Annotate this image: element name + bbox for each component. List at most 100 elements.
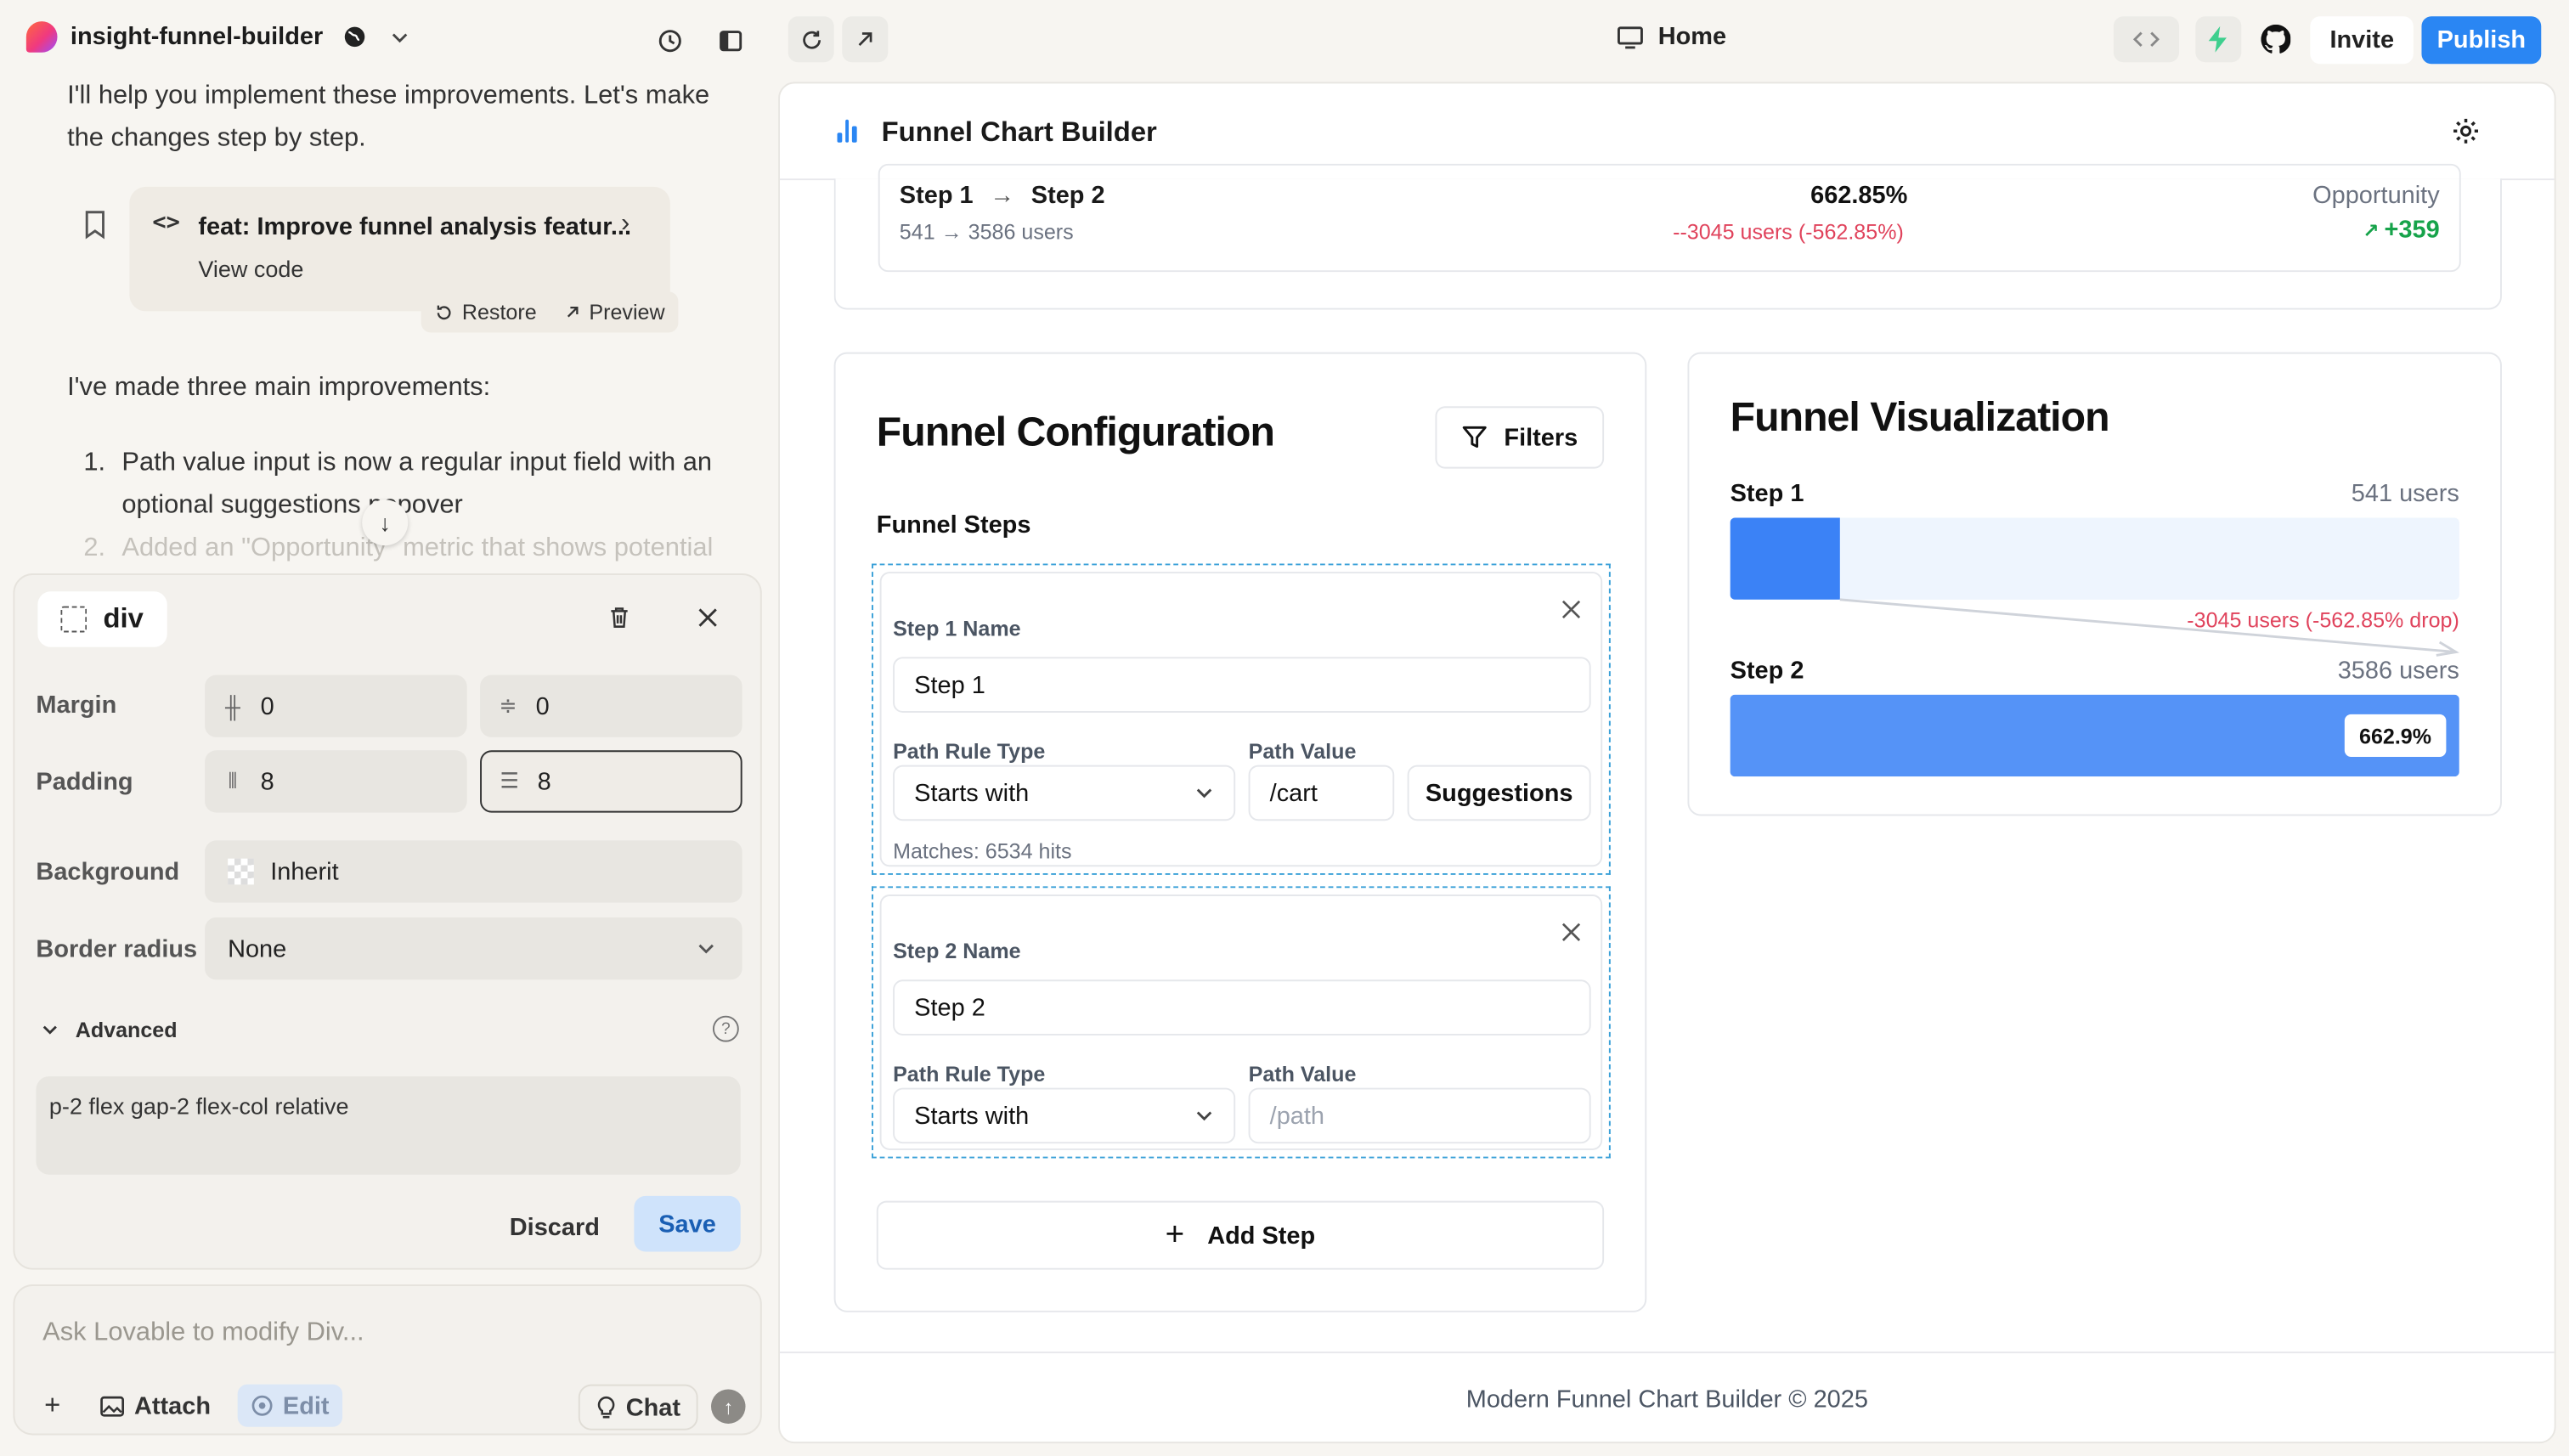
path-rule-value: Starts with [914, 1101, 1030, 1130]
section-title: Funnel Configuration [876, 409, 1275, 456]
viz-step-users: 541 users [2351, 480, 2459, 508]
conversion-title: Step 1 → Step 2 [900, 182, 1105, 210]
margin-y-value: 0 [535, 691, 550, 720]
background-picker[interactable]: Inherit [205, 840, 742, 903]
restore-label: Restore [461, 299, 537, 324]
close-icon[interactable] [697, 607, 720, 629]
globe-icon [345, 26, 365, 48]
funnel-visualization-card: Funnel Visualization Step 1 541 users -3… [1687, 352, 2502, 816]
border-radius-label: Border radius [36, 935, 198, 964]
project-switcher[interactable]: insight-funnel-builder [25, 21, 410, 53]
improvements-list: 1. Path value input is now a regular inp… [83, 443, 738, 570]
conversion-badge: 662.9% [2344, 714, 2447, 758]
prompt-input[interactable]: Ask Lovable to modify Div... [42, 1319, 364, 1349]
list-item: 2. Added an "Opportunity" metric that sh… [83, 528, 738, 570]
viz-step-users: 3586 users [2337, 657, 2459, 686]
margin-horizontal-icon: ╫ [224, 693, 240, 719]
prompt-box: Ask Lovable to modify Div... + Attach Ed… [13, 1284, 762, 1436]
bookmark-icon[interactable] [82, 210, 108, 240]
step-card: Step 1 Name Step 1 Path Rule Type Starts… [879, 572, 1603, 867]
path-value-label: Path Value [1248, 1061, 1357, 1086]
app-footer: Modern Funnel Chart Builder © 2025 [780, 1352, 2555, 1442]
tab-home[interactable]: Home [1618, 23, 1726, 51]
gear-icon[interactable] [2451, 116, 2481, 146]
github-icon[interactable] [2253, 16, 2299, 62]
remove-step-icon[interactable] [1561, 923, 1581, 942]
remove-step-icon[interactable] [1561, 600, 1581, 619]
margin-x-value: 0 [260, 691, 274, 720]
code-view-icon[interactable] [2113, 16, 2180, 63]
trending-up-icon: ↗ [2363, 219, 2380, 243]
path-rule-select[interactable]: Starts with [893, 765, 1236, 821]
chevron-down-icon [42, 1025, 57, 1035]
app-preview: Funnel Chart Builder Step 1 → Step 2 541… [778, 82, 2556, 1444]
background-value: Inherit [270, 857, 339, 886]
chevron-down-icon [1196, 1111, 1212, 1121]
invite-button[interactable]: Invite [2310, 16, 2414, 65]
plus-icon: + [1165, 1216, 1185, 1253]
chat-mode-button[interactable]: Chat [578, 1384, 699, 1431]
style-editor-panel: div Margin ╫ 0 ≑ 0 Padding ⦀ 8 ☰ 8 Backg… [13, 573, 762, 1270]
step-card-selected[interactable]: Step 2 Name Step 2 Path Rule Type Starts… [872, 886, 1611, 1159]
funnel-bar [1730, 517, 1840, 600]
sidebar-toggle-icon[interactable] [708, 18, 754, 64]
path-rule-label: Path Rule Type [893, 738, 1046, 764]
edit-mode-button[interactable]: Edit [236, 1384, 342, 1427]
step-name-input[interactable]: Step 1 [893, 657, 1591, 713]
chat-history[interactable]: I'll help you implement these improvemen… [0, 72, 776, 573]
filters-button[interactable]: Filters [1435, 406, 1605, 469]
history-icon[interactable] [647, 18, 693, 64]
funnel-bar-track [1730, 517, 2459, 600]
selected-element-chip: div [37, 591, 167, 647]
help-icon[interactable]: ? [712, 1015, 739, 1042]
save-button[interactable]: Save [634, 1195, 741, 1252]
chat-label: Chat [625, 1393, 681, 1422]
trash-icon[interactable] [607, 605, 633, 631]
path-value-input[interactable]: /cart [1248, 765, 1395, 821]
margin-y-input[interactable]: ≑ 0 [480, 674, 742, 737]
filter-icon [1462, 426, 1487, 448]
background-label: Background [36, 858, 180, 887]
path-rule-select[interactable]: Starts with [893, 1087, 1236, 1144]
padding-y-input[interactable]: ☰ 8 [480, 750, 742, 813]
advanced-toggle[interactable]: Advanced [41, 1018, 178, 1042]
conversion-to: Step 2 [1030, 182, 1105, 210]
viz-step-label: Step 1 [1730, 480, 1804, 508]
padding-x-input[interactable]: ⦀ 8 [205, 750, 467, 813]
opportunity-value: ↗ +359 [2363, 217, 2439, 245]
step-name-input[interactable]: Step 2 [893, 979, 1591, 1036]
preview-button[interactable]: Preview [550, 291, 678, 332]
margin-x-input[interactable]: ╫ 0 [205, 674, 467, 737]
path-value-label: Path Value [1248, 738, 1357, 764]
border-radius-value: None [228, 934, 287, 963]
supabase-bolt-icon[interactable] [2195, 16, 2242, 63]
prompt-toolbar: + Attach Edit [31, 1384, 342, 1427]
path-rule-value: Starts with [914, 779, 1030, 807]
list-number: 1. [83, 449, 106, 477]
border-radius-select[interactable]: None [205, 917, 742, 980]
opportunity-number: +359 [2384, 216, 2440, 245]
step-card-selected[interactable]: Step 1 Name Step 1 Path Rule Type Starts… [872, 563, 1611, 875]
step-name-label: Step 2 Name [893, 939, 1021, 964]
open-external-icon[interactable] [842, 16, 889, 63]
element-select-icon [60, 606, 88, 633]
list-item: 1. Path value input is now a regular inp… [83, 443, 738, 528]
edit-label: Edit [282, 1391, 330, 1420]
discard-button[interactable]: Discard [500, 1199, 609, 1256]
add-button[interactable]: + [31, 1385, 74, 1427]
class-names-textarea[interactable]: p-2 flex gap-2 flex-col relative [36, 1076, 741, 1175]
conversion-from: Step 1 [899, 182, 974, 210]
attach-button[interactable]: Attach [87, 1385, 223, 1427]
scroll-to-bottom-button[interactable]: ↓ [362, 499, 409, 546]
restore-button[interactable]: Restore [421, 291, 550, 332]
path-value-input[interactable]: /path [1248, 1087, 1591, 1144]
send-button[interactable]: ↑ [711, 1389, 746, 1424]
margin-vertical-icon: ≑ [499, 692, 517, 718]
view-code-link[interactable]: View code [198, 256, 303, 282]
plus-icon: + [44, 1389, 61, 1421]
suggestions-button[interactable]: Suggestions [1407, 765, 1591, 821]
add-step-button[interactable]: + Add Step [876, 1200, 1605, 1270]
refresh-icon[interactable] [788, 16, 834, 63]
publish-button[interactable]: Publish [2421, 16, 2542, 65]
chevron-right-icon: › [620, 209, 630, 238]
